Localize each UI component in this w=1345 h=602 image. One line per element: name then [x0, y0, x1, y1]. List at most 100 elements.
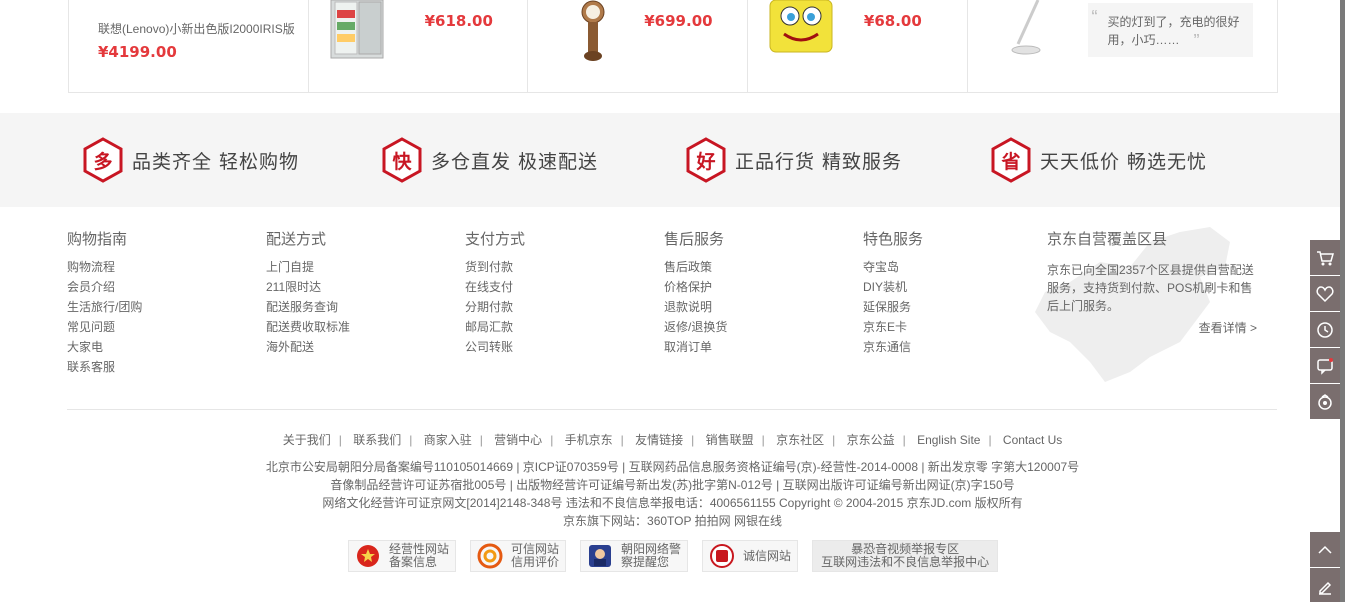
promise-icon-char: 多 — [93, 150, 113, 173]
lamp-image[interactable] — [1008, 0, 1058, 58]
coverage-more-link[interactable]: 查看详情 > — [1047, 319, 1257, 336]
footer-link[interactable]: 友情链接 — [635, 433, 683, 447]
guide-link[interactable]: 会员介绍 — [67, 277, 142, 297]
product-card[interactable]: ¥618.00 — [309, 0, 529, 92]
review-text: 买的灯到了，充电的很好用，小巧…… — [1107, 15, 1240, 47]
toolbar-history-button[interactable] — [1310, 312, 1340, 347]
separator: | — [409, 433, 413, 447]
toolbar-cart-button[interactable] — [1310, 240, 1340, 275]
guide-link[interactable]: 分期付款 — [465, 297, 525, 317]
footer-link[interactable]: 手机京东 — [565, 433, 613, 447]
badge-report-center[interactable]: 暴恐音视频举报专区 互联网违法和不良信息举报中心 — [812, 540, 999, 572]
history-icon — [1317, 321, 1333, 338]
toolbar-service-button[interactable] — [1310, 384, 1340, 419]
guide-link[interactable]: 211限时达 — [266, 277, 350, 297]
heart-icon — [1316, 285, 1334, 302]
guide-link[interactable]: DIY装机 — [863, 277, 923, 297]
guide-link[interactable]: 海外配送 — [266, 337, 350, 357]
scrollbar[interactable] — [1340, 0, 1345, 602]
promise-item: 好 正品行货 精致服务 — [685, 137, 902, 183]
badge-line2: 备案信息 — [389, 555, 438, 569]
hexagon-icon: 多 — [82, 137, 124, 183]
trust-badges: 经营性网站 备案信息 可信网站 信用评价 朝阳网络警 察提醒您 诚信网站 暴恐音视频举… — [348, 540, 1012, 572]
footer-link[interactable]: 销售联盟 — [706, 433, 754, 447]
guide-link[interactable]: 上门自提 — [266, 257, 350, 277]
promise-text: 品类齐全 轻松购物 — [132, 150, 300, 173]
promise-text: 正品行货 精致服务 — [735, 150, 903, 173]
separator: | — [479, 433, 483, 447]
guide-link[interactable]: 夺宝岛 — [863, 257, 923, 277]
product-card[interactable]: ¥68.00 — [748, 0, 968, 92]
footer-link[interactable]: 联系我们 — [353, 433, 401, 447]
guide-column: 支付方式 货到付款 在线支付 分期付款 邮局汇款 公司转账 — [465, 228, 525, 357]
separator: | — [550, 433, 554, 447]
badge-line1: 诚信网站 — [743, 548, 792, 563]
guide-link[interactable]: 京东E卡 — [863, 317, 923, 337]
guide-link[interactable]: 取消订单 — [664, 337, 727, 357]
guide-link[interactable]: 返修/退换货 — [664, 317, 727, 337]
refrigerator-image[interactable] — [327, 0, 387, 60]
guide-link[interactable]: 联系客服 — [67, 357, 142, 377]
product-card[interactable]: 联想(Lenovo)小新出色版I2000IRIS版 ¥4199.00 — [69, 0, 309, 92]
badge-integrity[interactable]: 诚信网站 — [702, 540, 799, 572]
footer-link[interactable]: English Site — [917, 433, 980, 447]
guide-link[interactable]: 公司转账 — [465, 337, 525, 357]
badge-icp[interactable]: 经营性网站 备案信息 — [348, 540, 457, 572]
footer-link[interactable]: Contact Us — [1003, 433, 1062, 447]
guide-link[interactable]: 价格保护 — [664, 277, 727, 297]
product-card[interactable]: ¥699.00 — [528, 0, 748, 92]
footer-guides: 购物指南 购物流程 会员介绍 生活旅行/团购 常见问题 大家电 联系客服 配送方… — [67, 228, 1277, 408]
product-strip: 联想(Lenovo)小新出色版I2000IRIS版 ¥4199.00 ¥618.… — [68, 0, 1278, 93]
guide-link[interactable]: 大家电 — [67, 337, 142, 357]
separator: | — [691, 433, 695, 447]
footer-link[interactable]: 京东公益 — [847, 433, 895, 447]
guide-column: 特色服务 夺宝岛 DIY装机 延保服务 京东E卡 京东通信 — [863, 228, 923, 357]
copyright-line: 北京市公安局朝阳分局备案编号110105014669 | 京ICP证070359… — [265, 460, 1080, 474]
hexagon-icon: 好 — [685, 137, 727, 183]
guide-title: 售后服务 — [664, 230, 725, 248]
close-quote-icon: ” — [1193, 31, 1200, 51]
promise-icon-char: 快 — [392, 150, 412, 173]
promise-icon-char: 好 — [696, 150, 716, 173]
footer-link[interactable]: 关于我们 — [283, 433, 331, 447]
guide-link[interactable]: 邮局汇款 — [465, 317, 525, 337]
guide-title: 配送方式 — [266, 230, 327, 248]
feedback-icon — [1319, 581, 1332, 595]
separator: | — [761, 433, 765, 447]
footer-link[interactable]: 京东社区 — [776, 433, 824, 447]
sponge-toy-image[interactable] — [766, 0, 836, 55]
toolbar-back-to-top-button[interactable] — [1310, 532, 1340, 567]
guide-title: 支付方式 — [465, 230, 526, 248]
toolbar-favorites-button[interactable] — [1310, 276, 1340, 311]
guide-link[interactable]: 退款说明 — [664, 297, 727, 317]
guide-link[interactable]: 生活旅行/团购 — [67, 297, 142, 317]
guide-title: 特色服务 — [863, 230, 924, 248]
promise-icon-char: 省 — [1001, 150, 1021, 173]
product-name[interactable]: 联想(Lenovo)小新出色版I2000IRIS版 — [98, 20, 295, 37]
guide-link[interactable]: 配送费收取标准 — [266, 317, 350, 337]
guide-link[interactable]: 延保服务 — [863, 297, 923, 317]
guide-link[interactable]: 常见问题 — [67, 317, 142, 337]
copyright-line: 音像制品经营许可证苏宿批005号 | 出版物经营许可证编号新出发(苏)批字第N-… — [330, 478, 1015, 492]
guide-link[interactable]: 货到付款 — [465, 257, 525, 277]
guide-link[interactable]: 配送服务查询 — [266, 297, 350, 317]
guide-link[interactable]: 在线支付 — [465, 277, 525, 297]
toolbar-message-button[interactable] — [1310, 348, 1340, 383]
footer-link[interactable]: 营销中心 — [494, 433, 542, 447]
separator: | — [832, 433, 836, 447]
footer-link[interactable]: 商家入驻 — [424, 433, 472, 447]
review-card[interactable]: “ 买的灯到了，充电的很好用，小巧…… ” — [968, 0, 1277, 92]
toolbar-feedback-button[interactable] — [1310, 568, 1340, 602]
guide-link[interactable]: 京东通信 — [863, 337, 923, 357]
badge-line2: 信用评价 — [511, 555, 560, 569]
coverage-section: 京东自营覆盖区县 京东已向全国2357个区县提供自营配送服务，支持货到付款、PO… — [1047, 228, 1257, 336]
integrity-seal-icon — [710, 544, 735, 568]
coverage-title: 京东自营覆盖区县 — [1047, 230, 1168, 248]
guide-link[interactable]: 购物流程 — [67, 257, 142, 277]
clock-image[interactable] — [573, 0, 613, 62]
review-bubble: “ 买的灯到了，充电的很好用，小巧…… ” — [1087, 3, 1253, 57]
badge-police[interactable]: 朝阳网络警 察提醒您 — [580, 540, 689, 572]
separator: | — [620, 433, 624, 447]
badge-trusted-site[interactable]: 可信网站 信用评价 — [470, 540, 567, 572]
guide-link[interactable]: 售后政策 — [664, 257, 727, 277]
